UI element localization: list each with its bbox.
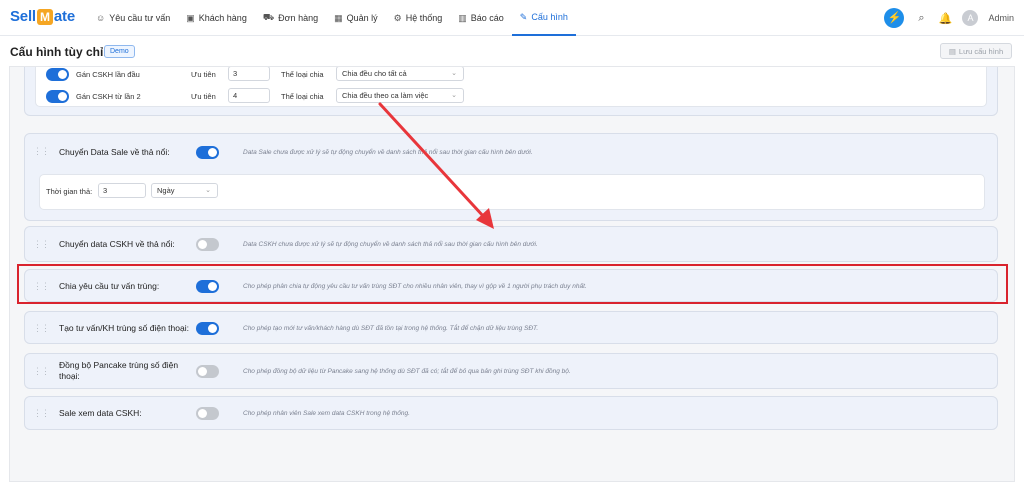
demo-badge: Demo: [104, 45, 135, 58]
setting-label: Sale xem data CSKH:: [59, 408, 142, 418]
setting-toggle[interactable]: [196, 322, 219, 335]
setting-label: Chuyển Data Sale về thả nổi:: [59, 147, 170, 157]
assign-first-type-select[interactable]: Chia đều cho tất cả ⌄: [336, 67, 464, 81]
setting-desc: Cho phép nhân viên Sale xem data CSKH tr…: [243, 410, 410, 417]
nav-item-consult[interactable]: ☺ Yêu cầu tư vấn: [88, 0, 178, 36]
nav-right-tools: ⚡ ⌕ 🔔 A Admin: [884, 6, 1014, 30]
setting-desc: Data CSKH chưa được xử lý sẽ tự động chu…: [243, 241, 538, 248]
avatar[interactable]: A: [962, 10, 979, 26]
setting-sale-float: ⋮⋮ Chuyển Data Sale về thả nổi: Data Sal…: [24, 133, 998, 221]
top-navbar: Sell Mate ☺ Yêu cầu tư vấn ▣ Khách hàng ⛟ Đơ…: [0, 0, 1024, 36]
sellmate-logo[interactable]: Sell Mate: [10, 8, 75, 25]
setting-label: Đồng bộ Pancake trùng số điện thoại:: [59, 360, 179, 381]
setting-toggle[interactable]: [196, 365, 219, 378]
nav-item-system[interactable]: ⚙ Hệ thống: [386, 0, 451, 36]
float-time-box: Thời gian thả: 3 Ngày ⌄: [39, 174, 985, 210]
drag-handle-icon[interactable]: ⋮⋮: [33, 146, 50, 157]
assign-second-toggle[interactable]: [46, 90, 69, 103]
assign-cskh-inner: Gán CSKH lần đầu Ưu tiên 3 Thể loại chia…: [35, 67, 987, 107]
drag-handle-icon[interactable]: ⋮⋮: [33, 239, 50, 250]
setting-sale-view-cskh: ⋮⋮ Sale xem data CSKH: Cho phép nhân viê…: [24, 396, 998, 430]
chevron-down-icon: ⌄: [451, 92, 457, 99]
user-name[interactable]: Admin: [988, 13, 1014, 23]
assign-second-label: Gán CSKH từ lần 2: [76, 92, 141, 101]
grid-icon: ▦: [334, 12, 343, 23]
setting-cskh-float: ⋮⋮ Chuyển data CSKH về thả nổi: Data CSK…: [24, 226, 998, 262]
setting-create-duplicate-phone: ⋮⋮ Tạo tư vấn/KH trùng số điện thoại: Ch…: [24, 311, 998, 344]
save-config-button[interactable]: ▤ Lưu cấu hình: [940, 43, 1012, 59]
cart-icon: ⛟: [262, 12, 275, 22]
id-card-icon: ▣: [186, 12, 195, 23]
setting-desc: Cho phép tạo mới tư vấn/khách hàng dù SĐ…: [243, 325, 539, 332]
nav-item-orders[interactable]: ⛟ Đơn hàng: [255, 0, 326, 36]
assign-second-priority-input[interactable]: 4: [228, 88, 270, 103]
setting-label: Tạo tư vấn/KH trùng số điện thoại:: [59, 323, 189, 333]
setting-toggle[interactable]: [196, 238, 219, 251]
assign-first-type-label: Thể loại chia: [281, 70, 324, 79]
chevron-down-icon: ⌄: [205, 187, 211, 194]
page-header: Cấu hình tùy chỉnh Demo ▤ Lưu cấu hình: [0, 36, 1024, 66]
chart-icon: ▥: [458, 12, 467, 23]
highlight-box: [17, 264, 1008, 304]
bolt-icon[interactable]: ⚡: [884, 8, 905, 28]
assign-cskh-panel: Gán CSKH lần đầu Ưu tiên 3 Thể loại chia…: [24, 67, 998, 116]
setting-toggle[interactable]: [196, 407, 219, 420]
drag-handle-icon[interactable]: ⋮⋮: [33, 408, 50, 419]
chevron-down-icon: ⌄: [451, 70, 457, 77]
gear-icon: ⚙: [393, 12, 402, 23]
assign-first-priority-input[interactable]: 3: [228, 67, 270, 81]
setting-label: Chuyển data CSKH về thả nổi:: [59, 239, 175, 249]
setting-toggle[interactable]: [196, 146, 219, 159]
nav-item-reports[interactable]: ▥ Báo cáo: [450, 0, 512, 36]
assign-second-type-label: Thể loại chia: [281, 92, 324, 101]
drag-handle-icon[interactable]: ⋮⋮: [33, 366, 50, 377]
assign-first-priority-label: Ưu tiên: [191, 70, 216, 79]
float-time-unit-select[interactable]: Ngày ⌄: [151, 183, 218, 198]
page-title: Cấu hình tùy chỉnh: [10, 45, 118, 59]
wrench-icon: ✎: [519, 11, 528, 22]
bell-icon[interactable]: 🔔: [938, 12, 953, 25]
setting-desc: Cho phép đồng bộ dữ liệu từ Pancake sang…: [243, 368, 571, 375]
nav-item-config[interactable]: ✎ Cấu hình: [511, 0, 576, 36]
save-icon: ▤: [948, 46, 956, 56]
search-icon[interactable]: ⌕: [914, 12, 928, 25]
assign-first-toggle[interactable]: [46, 68, 69, 81]
assign-second-type-select[interactable]: Chia đều theo ca làm việc ⌄: [336, 88, 464, 103]
float-time-label: Thời gian thả:: [46, 187, 93, 196]
assign-second-priority-label: Ưu tiên: [191, 92, 216, 101]
assign-first-label: Gán CSKH lần đầu: [76, 70, 140, 79]
drag-handle-icon[interactable]: ⋮⋮: [33, 323, 50, 334]
chat-icon: ☺: [96, 13, 106, 23]
float-time-input[interactable]: 3: [98, 183, 146, 198]
main-nav: ☺ Yêu cầu tư vấn ▣ Khách hàng ⛟ Đơn hàng ▦ Q…: [88, 0, 576, 36]
setting-desc: Data Sale chưa được xử lý sẽ tự động chu…: [243, 149, 533, 156]
setting-pancake-duplicate-phone: ⋮⋮ Đồng bộ Pancake trùng số điện thoại: …: [24, 353, 998, 389]
nav-item-manage[interactable]: ▦ Quản lý: [326, 0, 386, 36]
nav-item-customers[interactable]: ▣ Khách hàng: [178, 0, 255, 36]
